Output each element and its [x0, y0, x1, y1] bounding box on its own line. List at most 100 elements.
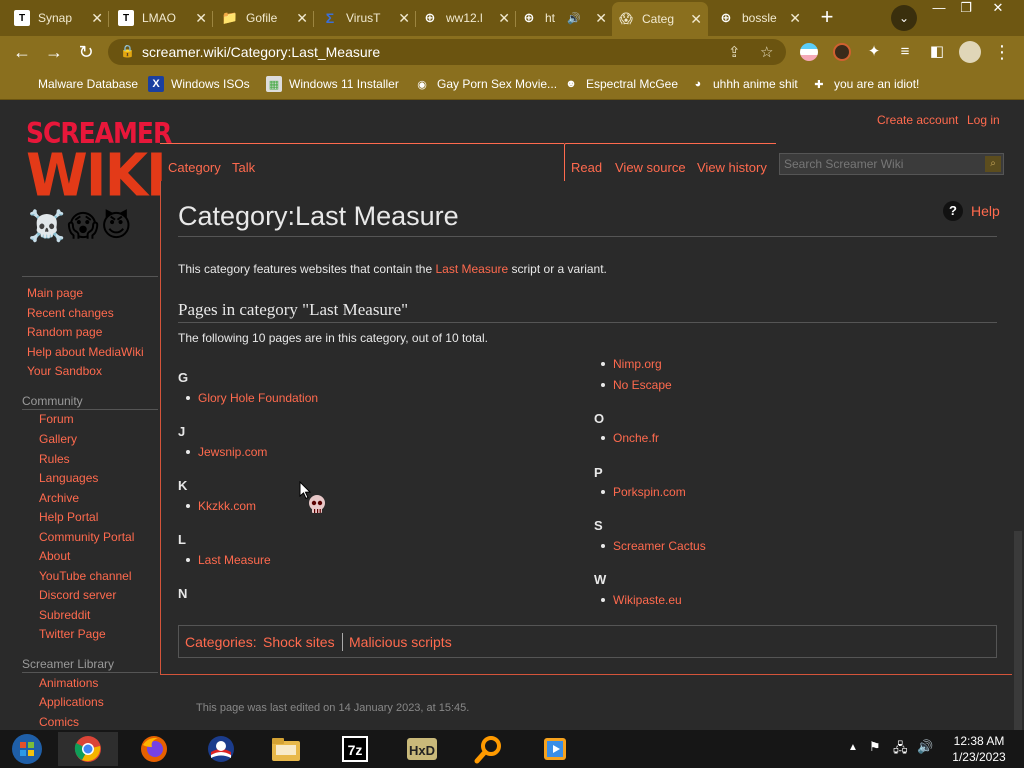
tab-talk[interactable]: Talk [232, 160, 255, 175]
close-tab-icon[interactable]: ✕ [589, 10, 607, 27]
taskbar-obama-icon[interactable] [191, 732, 251, 766]
profile-avatar-icon[interactable] [959, 41, 981, 63]
close-window-button[interactable]: ✕ [985, 0, 1011, 18]
system-clock[interactable]: 12:38 AM 1/23/2023 [944, 733, 1014, 765]
bookmark-star-icon[interactable]: ☆ [760, 43, 773, 61]
extension-avatar-icon[interactable] [833, 43, 851, 61]
extensions-puzzle-icon[interactable]: ✦ [862, 40, 886, 64]
taskbar-chrome-icon[interactable] [58, 732, 118, 766]
browser-tab[interactable]: 📁 Gofile ✕ [216, 4, 314, 32]
list-item[interactable]: Nimp.org [601, 357, 662, 371]
tab-read[interactable]: Read [571, 160, 602, 175]
last-measure-link[interactable]: Last Measure [435, 262, 508, 276]
category-link[interactable]: Shock sites [263, 634, 335, 650]
search-input[interactable] [780, 154, 980, 174]
sidebar-item-comics[interactable]: Comics [39, 715, 79, 729]
sidebar-item-languages[interactable]: Languages [39, 471, 98, 485]
taskbar-media-player-icon[interactable] [525, 732, 585, 766]
close-tab-icon[interactable]: ✕ [290, 10, 308, 27]
sidebar-item-youtube[interactable]: YouTube channel [39, 569, 132, 583]
create-account-link[interactable]: Create account [877, 113, 958, 127]
action-center-flag-icon[interactable]: ⚑ [869, 739, 881, 755]
tab-category[interactable]: Category [168, 160, 221, 175]
restore-button[interactable]: ❐ [953, 0, 979, 18]
sidebar-item-main-page[interactable]: Main page [27, 286, 83, 300]
list-item[interactable]: Onche.fr [600, 431, 659, 445]
sidebar-item-sandbox[interactable]: Your Sandbox [27, 364, 102, 378]
login-link[interactable]: Log in [967, 113, 1000, 127]
close-tab-icon[interactable]: ✕ [189, 10, 207, 27]
tab-view-source[interactable]: View source [615, 160, 686, 175]
taskbar-search-icon[interactable] [459, 732, 519, 766]
browser-tab-active[interactable]: 😱 Categ ✕ [612, 2, 708, 36]
taskbar-file-explorer-icon[interactable] [256, 732, 316, 766]
scrollbar-thumb[interactable] [1014, 531, 1022, 730]
sidebar-item-random-page[interactable]: Random page [27, 325, 102, 339]
browser-tab[interactable]: ⊕ bossle ✕ [712, 4, 807, 32]
list-item[interactable]: Kkzkk.com [185, 499, 256, 513]
speaker-icon[interactable]: 🔊 [567, 12, 581, 25]
sidebar-item-applications[interactable]: Applications [39, 695, 104, 709]
list-item[interactable]: Glory Hole Foundation [185, 391, 318, 405]
browser-tab[interactable]: Σ VirusT ✕ [316, 4, 416, 32]
site-logo[interactable]: SCREAMER WIKI [26, 119, 172, 205]
start-button[interactable] [0, 732, 54, 766]
sidebar-item-rules[interactable]: Rules [39, 452, 70, 466]
browser-tab[interactable]: T LMAO ✕ [112, 4, 213, 32]
browser-tab[interactable]: T Synap ✕ [8, 4, 109, 32]
url-text[interactable]: screamer.wiki/Category:Last_Measure [142, 44, 380, 60]
browser-tab[interactable]: ⊕ ww12.l ✕ [416, 4, 516, 32]
bookmark-item[interactable]: ◉ Gay Porn Sex Movie... [414, 76, 557, 92]
volume-icon[interactable]: 🔊 [917, 739, 933, 755]
sidebar-item-twitter[interactable]: Twitter Page [39, 627, 106, 641]
close-tab-icon[interactable]: ✕ [492, 10, 510, 27]
address-bar[interactable]: 🔒 screamer.wiki/Category:Last_Measure ⇪ … [108, 39, 786, 65]
sidebar-item-archive[interactable]: Archive [39, 491, 79, 505]
network-icon[interactable]: 🖧 [893, 739, 908, 761]
bookmark-item[interactable]: ✚ you are an idiot! [811, 76, 919, 92]
categories-label[interactable]: Categories: [185, 634, 257, 650]
sidebar-item-forum[interactable]: Forum [39, 412, 74, 426]
sidebar-item-animations[interactable]: Animations [39, 676, 98, 690]
back-button[interactable]: ← [10, 40, 34, 64]
category-link[interactable]: Malicious scripts [349, 634, 452, 650]
close-tab-icon[interactable]: ✕ [783, 10, 801, 27]
tab-search-button[interactable]: ⌄ [891, 5, 917, 31]
side-panel-icon[interactable]: ◧ [925, 40, 949, 64]
bookmark-item[interactable]: ▦ Windows 11 Installer [266, 76, 399, 92]
sidebar-item-subreddit[interactable]: Subreddit [39, 608, 90, 622]
bookmark-item[interactable]: X Windows ISOs [148, 76, 250, 92]
reading-list-icon[interactable]: ≡ [893, 40, 917, 64]
forward-button[interactable]: → [42, 40, 66, 64]
close-tab-icon[interactable]: ✕ [392, 10, 410, 27]
extension-flag-icon[interactable] [800, 43, 818, 61]
minimize-button[interactable]: — [926, 0, 952, 18]
taskbar-hxd-icon[interactable]: HxD [392, 732, 452, 766]
sidebar-item-recent-changes[interactable]: Recent changes [27, 306, 114, 320]
close-tab-icon[interactable]: ✕ [85, 10, 103, 27]
bookmark-item[interactable]: Malware Database [14, 76, 138, 92]
sidebar-item-help-portal[interactable]: Help Portal [39, 510, 98, 524]
reload-button[interactable]: ↻ [74, 40, 98, 64]
tab-view-history[interactable]: View history [697, 160, 767, 175]
list-item[interactable]: Screamer Cactus [601, 539, 706, 553]
help-link[interactable]: ? Help [943, 201, 1000, 221]
list-item[interactable]: Porkspin.com [601, 485, 686, 499]
list-item[interactable]: Last Measure [186, 553, 271, 567]
search-icon[interactable]: ⌕ [985, 156, 1001, 172]
sidebar-item-help-mediawiki[interactable]: Help about MediaWiki [27, 345, 144, 359]
share-icon[interactable]: ⇪ [728, 43, 741, 61]
list-item[interactable]: Jewsnip.com [185, 445, 267, 459]
taskbar-7zip-icon[interactable]: 7z [325, 732, 385, 766]
sidebar-item-discord[interactable]: Discord server [39, 588, 116, 602]
bookmark-item[interactable]: ◕ uhhh anime shit [690, 76, 798, 92]
bookmark-item[interactable]: ☻ Espectral McGee [563, 76, 678, 92]
taskbar-firefox-icon[interactable] [124, 732, 184, 766]
sidebar-item-about[interactable]: About [39, 549, 70, 563]
list-item[interactable]: No Escape [601, 378, 672, 392]
browser-menu-icon[interactable]: ⋮ [990, 40, 1014, 64]
sidebar-item-gallery[interactable]: Gallery [39, 432, 77, 446]
sidebar-item-community-portal[interactable]: Community Portal [39, 530, 134, 544]
browser-tab[interactable]: ⊕ ht 🔊 ✕ [515, 4, 613, 32]
lock-icon[interactable]: 🔒 [120, 44, 135, 58]
